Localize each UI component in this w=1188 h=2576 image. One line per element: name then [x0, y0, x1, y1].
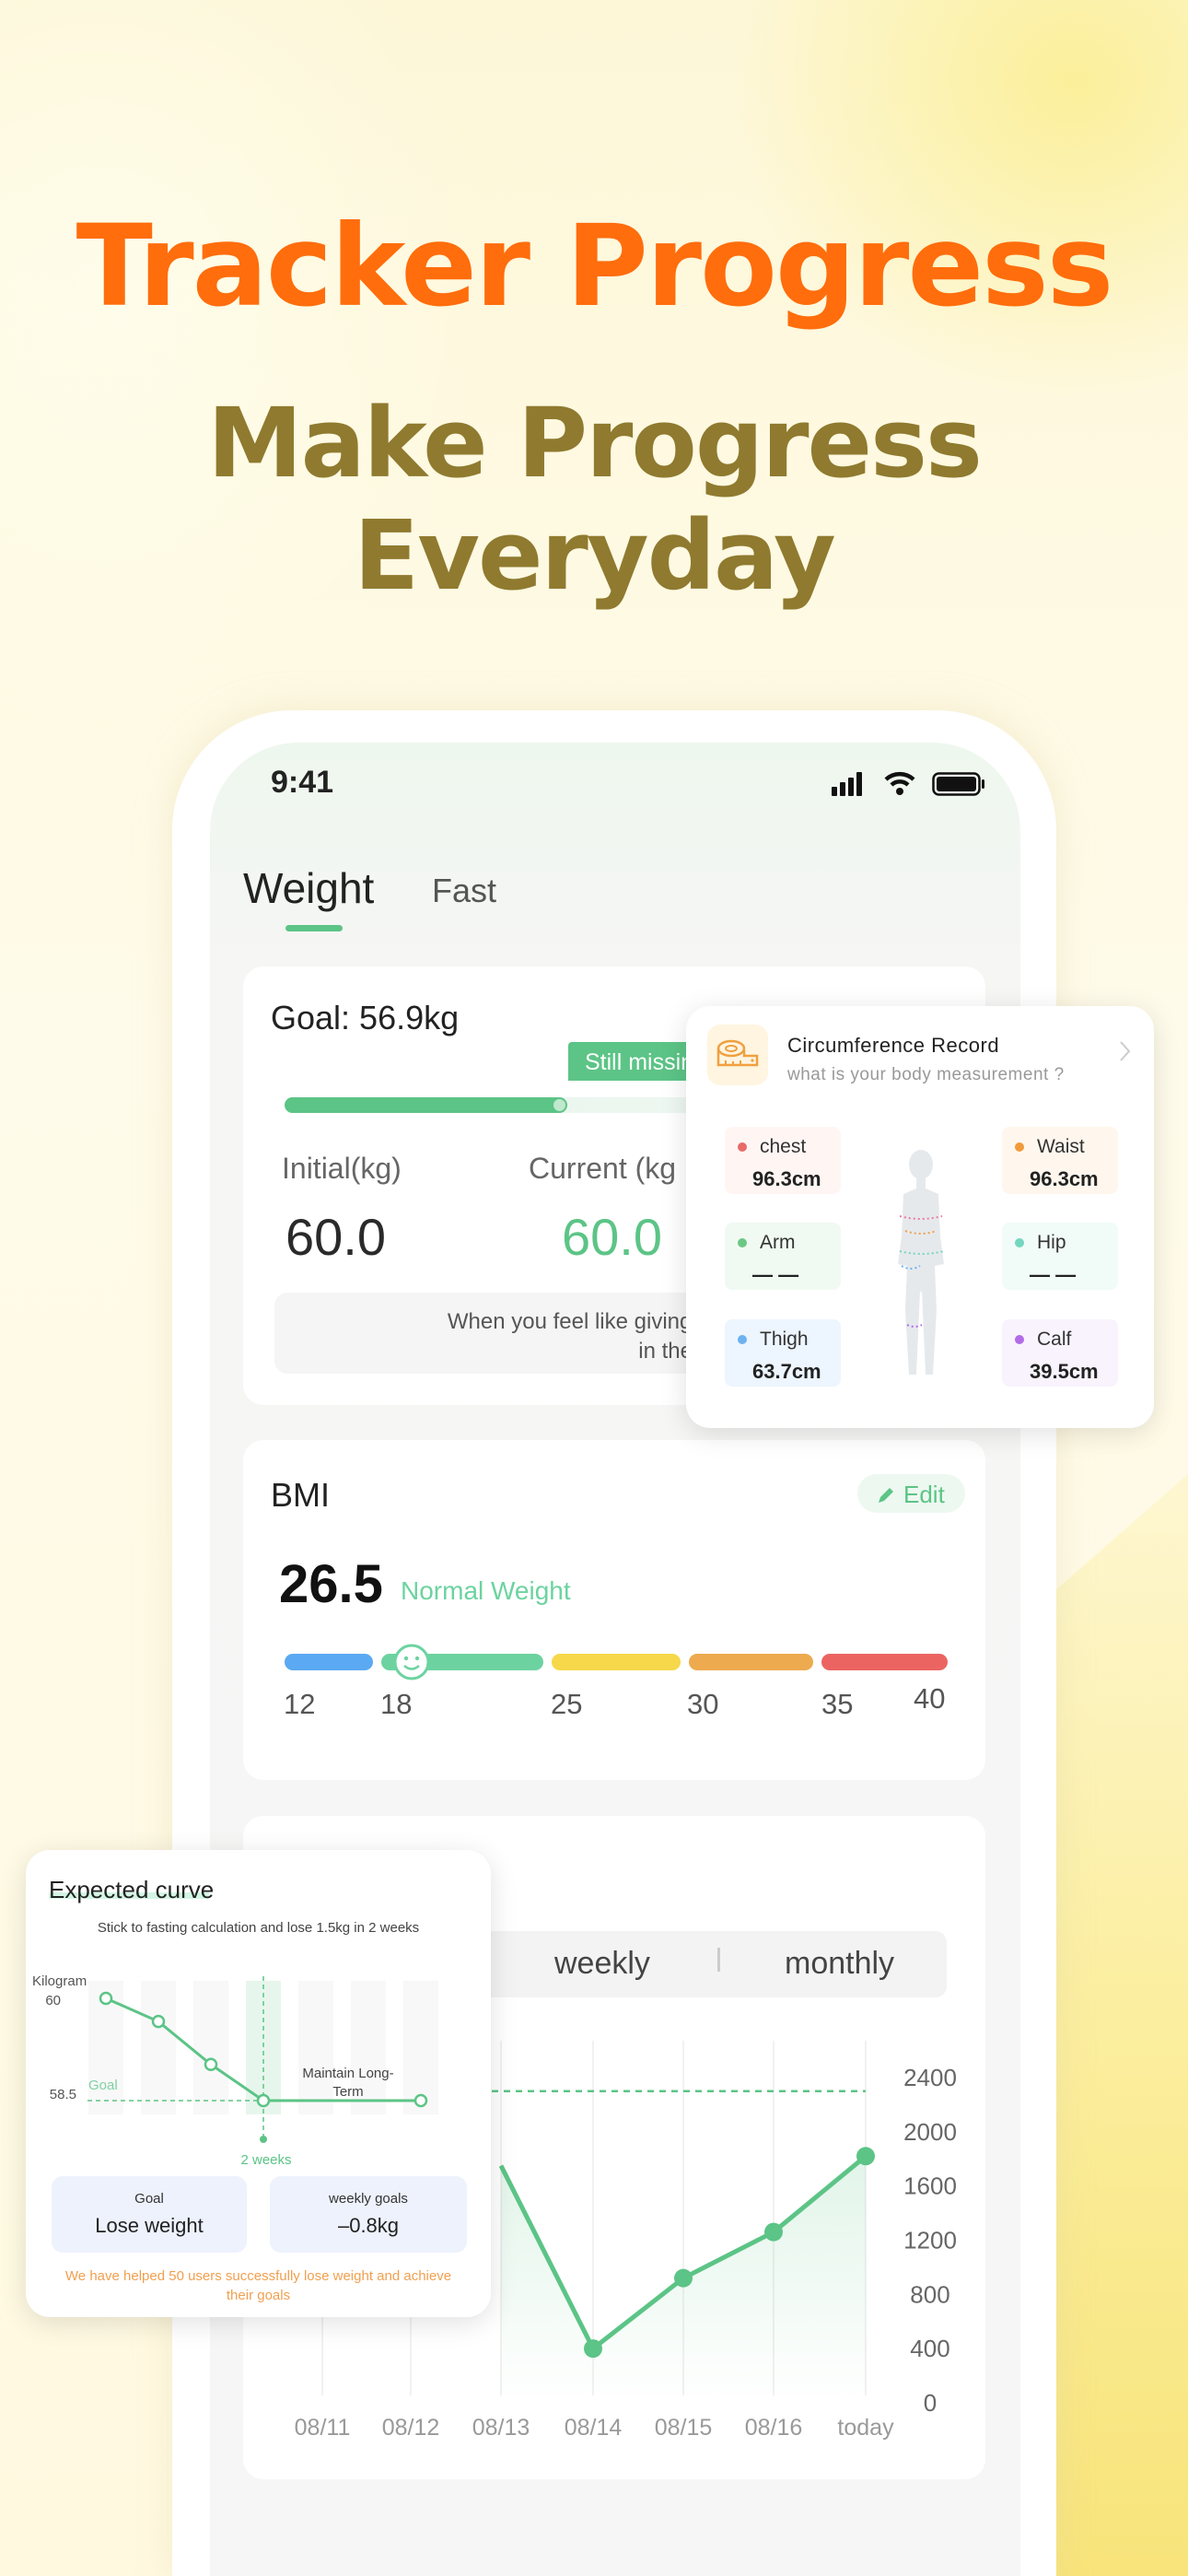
measurement-name: Waist [1037, 1136, 1085, 1157]
weekly-box-value: –0.8kg [337, 2214, 400, 2237]
measurement-name: Arm [760, 1232, 796, 1253]
expected-curve-subtitle: Stick to fasting calculation and lose 1.… [97, 1920, 420, 1936]
measurement-label: Arm [738, 1232, 841, 1254]
color-dot-icon [1015, 1142, 1024, 1153]
measurement-value: 96.3cm [752, 1167, 821, 1190]
circumference-title: Circumference Record [787, 1034, 1000, 1057]
x-tick-label: 08/16 [745, 2415, 803, 2441]
measurement-arm[interactable]: Arm — — [725, 1223, 841, 1290]
y-tick-label: 0 [924, 2389, 937, 2417]
goal-box-label: Goal [134, 2191, 164, 2207]
measurement-chest[interactable]: chest 96.3cm [725, 1127, 841, 1194]
measurement-calf[interactable]: Calf 39.5cm [1002, 1319, 1118, 1387]
goal-box-value: Lose weight [95, 2214, 204, 2237]
measurement-value: — — [1030, 1263, 1077, 1286]
expected-curve-title: Expected curve [49, 1876, 215, 1903]
data-point [674, 2268, 693, 2288]
y-tick-label: 2000 [903, 2118, 957, 2146]
measurement-waist[interactable]: Waist 96.3cm [1002, 1127, 1118, 1194]
chevron-right-icon[interactable] [1119, 1040, 1132, 1062]
data-point [764, 2222, 783, 2242]
data-point [584, 2339, 602, 2359]
measurement-name: Hip [1037, 1232, 1066, 1253]
color-dot-icon [1015, 1335, 1024, 1345]
measurement-name: Calf [1037, 1329, 1072, 1350]
y-tick-label: 400 [910, 2335, 949, 2362]
measurement-label: Waist [1015, 1136, 1118, 1158]
color-dot-icon [738, 1238, 747, 1248]
measurement-name: chest [760, 1136, 807, 1157]
x-tick-label: today [837, 2415, 894, 2441]
measurement-name: Thigh [760, 1329, 809, 1350]
success-notice: We have helped 50 users successfully los… [64, 2268, 452, 2303]
x-tick-label: 08/15 [655, 2415, 713, 2441]
body-silhouette-icon [898, 1150, 945, 1375]
measurement-value: 63.7cm [752, 1360, 821, 1383]
y-tick-label: 1200 [903, 2227, 957, 2254]
x-tick-label: 08/14 [565, 2415, 623, 2441]
goal-summary-box: Goal Lose weight [52, 2176, 247, 2253]
measurement-hip[interactable]: Hip — — [1002, 1223, 1118, 1290]
y-tick-label: 1600 [903, 2172, 957, 2200]
x-tick-label: 08/11 [295, 2415, 351, 2441]
tape-measure-icon [716, 1039, 759, 1067]
color-dot-icon [738, 1335, 747, 1345]
measurement-label: Calf [1015, 1329, 1118, 1351]
x-tick-label: 08/12 [382, 2415, 440, 2441]
weekly-box-label: weekly goals [329, 2191, 408, 2207]
y-tick-label: 800 [910, 2280, 949, 2308]
measurement-label: Thigh [738, 1329, 841, 1351]
measurement-label: chest [738, 1136, 841, 1158]
measurement-value: 39.5cm [1030, 1360, 1099, 1383]
measurement-value: 96.3cm [1030, 1167, 1099, 1190]
x-tick-label: 08/13 [472, 2415, 530, 2441]
measurement-label: Hip [1015, 1232, 1118, 1254]
measurement-thigh[interactable]: Thigh 63.7cm [725, 1319, 841, 1387]
circumference-subtitle: what is your body measurement ? [787, 1065, 1065, 1084]
measurement-value: — — [752, 1263, 799, 1286]
tape-measure-icon-box [707, 1025, 768, 1085]
y-tick-label: 2400 [903, 2064, 957, 2091]
color-dot-icon [738, 1142, 747, 1153]
expected-curve-card: Expected curve Stick to fasting calculat… [26, 1850, 491, 2317]
weekly-goal-box: weekly goals –0.8kg [270, 2176, 467, 2253]
circumference-record-card[interactable]: Circumference Record what is your body m… [686, 1006, 1154, 1428]
color-dot-icon [1015, 1238, 1024, 1248]
data-point [856, 2147, 875, 2166]
